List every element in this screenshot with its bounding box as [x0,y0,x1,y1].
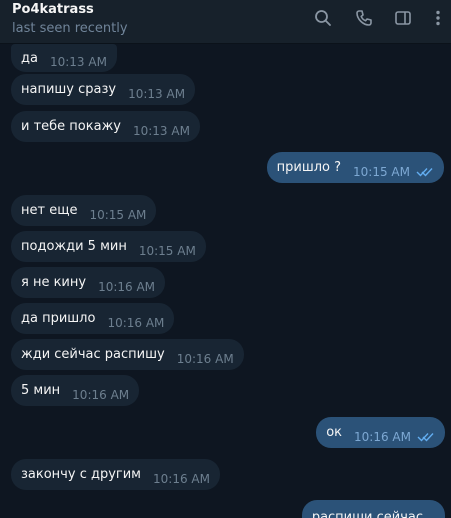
message-text: да [21,50,38,66]
message-outgoing[interactable]: пришло ? 10:15 AM [266,152,444,183]
message-incoming[interactable]: 5 мин 10:16 AM [11,375,140,406]
message-incoming[interactable]: нет еще 10:15 AM [11,195,157,226]
chat-status: last seen recently [12,21,128,36]
message-time: 10:15 AM [353,164,410,179]
message-text: я не кину [21,275,87,290]
more-vertical-icon[interactable] [428,8,448,28]
message-time: 10:16 AM [107,315,165,330]
message-text: распиши сейчас [311,510,423,518]
message-text: и тебе покажу [21,119,121,134]
chat-header: Po4katrass last seen recently [0,0,451,44]
message-text: ок [326,425,343,440]
message-text: 5 мин [21,383,61,398]
message-outgoing[interactable]: ок 10:16 AM [316,417,445,448]
message-text: закончу с другим [21,467,141,482]
message-time: 10:15 AM [138,243,196,258]
message-incoming[interactable]: да пришло 10:16 AM [11,303,175,334]
read-ticks-icon [416,167,434,177]
message-text: да пришло [21,311,96,326]
message-list[interactable]: да 10:13 AM напишу сразу 10:13 AM и тебе… [0,44,451,518]
message-incoming[interactable]: я не кину 10:16 AM [11,267,166,298]
message-time: 10:16 AM [72,387,130,402]
message-outgoing[interactable]: распиши сейчас [301,500,445,518]
message-time: 10:16 AM [98,279,156,294]
message-time: 10:16 AM [354,429,411,444]
message-time: 10:16 AM [176,351,234,366]
search-icon[interactable] [313,8,333,28]
message-incoming[interactable]: закончу с другим 10:16 AM [11,459,220,490]
message-incoming[interactable]: и тебе покажу 10:13 AM [11,111,200,142]
message-text: подожди 5 мин [21,239,127,254]
sidebar-toggle-icon[interactable] [393,8,413,28]
message-incoming[interactable]: да 10:13 AM [11,44,117,72]
message-time: 10:13 AM [128,86,186,101]
message-text: пришло ? [276,160,342,175]
phone-icon[interactable] [354,8,374,28]
message-text: жди сейчас распишу [21,347,165,362]
message-incoming[interactable]: подожди 5 мин 10:15 AM [11,231,206,262]
read-ticks-icon [417,432,435,442]
message-time: 10:13 AM [49,55,107,69]
message-text: напишу сразу [21,82,117,97]
message-text: нет еще [21,203,78,218]
message-time: 10:16 AM [153,471,210,486]
message-incoming[interactable]: жди сейчас распишу 10:16 AM [11,339,244,370]
message-time: 10:15 AM [89,207,147,222]
message-incoming[interactable]: напишу сразу 10:13 AM [11,74,196,105]
message-time: 10:13 AM [132,123,190,138]
chat-title[interactable]: Po4katrass [12,2,94,17]
